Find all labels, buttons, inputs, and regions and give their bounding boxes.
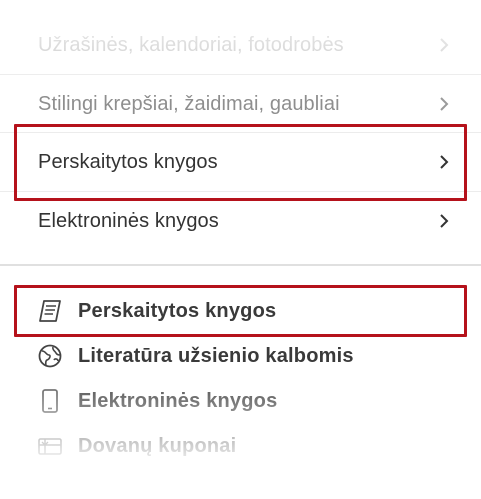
gift-card-icon (36, 432, 64, 460)
globe-icon (36, 342, 64, 370)
menu-item-label: Užrašinės, kalendoriai, fotodrobės (38, 33, 344, 56)
chevron-right-icon (440, 97, 449, 111)
highlight-box (14, 285, 467, 337)
submenu-item-foreign-literature[interactable]: Literatūra užsienio kalbomis (0, 336, 481, 376)
menu-item-label: Elektroninės knygos (38, 209, 219, 232)
submenu-item-label: Dovanų kuponai (78, 434, 237, 457)
submenu-item-label: Literatūra užsienio kalbomis (78, 344, 354, 367)
chevron-right-icon (440, 38, 449, 52)
menu-item-label: Stilingi krepšiai, žaidimai, gaubliai (38, 92, 340, 115)
submenu-item-gift-vouchers[interactable]: Dovanų kuponai (0, 426, 481, 466)
highlight-box (14, 124, 467, 201)
menu-item-notebooks[interactable]: Užrašinės, kalendoriai, fotodrobės (0, 16, 481, 74)
submenu-item-label: Elektroninės knygos (78, 389, 278, 412)
section-divider (0, 264, 481, 266)
submenu-item-ebooks[interactable]: Elektroninės knygos (0, 381, 481, 421)
chevron-right-icon (440, 214, 449, 228)
tablet-icon (36, 387, 64, 415)
